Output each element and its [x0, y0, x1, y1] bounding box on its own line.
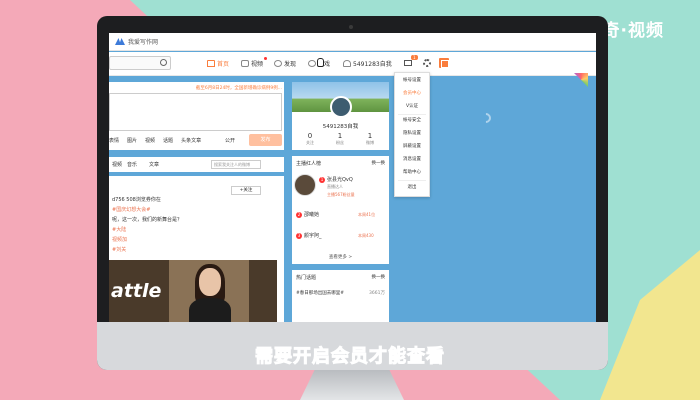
feed-line: d756 508浏览券你在: [112, 197, 161, 203]
tab-article[interactable]: 文章: [149, 161, 159, 168]
hot-person-1[interactable]: 1 张县光QvQ: [319, 176, 353, 183]
nav-home[interactable]: 首页: [207, 59, 229, 68]
feed-topic-link[interactable]: #大陆: [112, 226, 126, 233]
hot-topic-count: 3661万: [369, 291, 385, 296]
menu-divider: [398, 114, 426, 115]
menu-item-logout[interactable]: 退出: [395, 184, 429, 190]
feed-video-link[interactable]: 视频加: [112, 236, 127, 243]
user-icon: [343, 60, 351, 67]
signal-decoration-icon: [478, 110, 494, 126]
hot-people-card: 主播红人榜 换一换 1 张县光QvQ 直播达人 主播567粉丝量 2 邵曦她 本周4…: [292, 156, 389, 264]
menu-item-privacy[interactable]: 隐私设置: [395, 130, 429, 136]
menu-item-message-settings[interactable]: 消息设置: [395, 156, 429, 162]
stat-posts[interactable]: 1 微博: [354, 132, 386, 146]
screen: 我爱写作网 首页 视频 发现 游戏 5491283自我 1 截至6月8日24时，…: [109, 33, 596, 322]
video-person-face: [199, 268, 221, 296]
tool-image[interactable]: 图片: [127, 137, 137, 144]
compass-icon: [274, 60, 282, 67]
nav-video[interactable]: 视频: [241, 59, 263, 68]
home-icon: [207, 60, 215, 67]
menu-item-account-settings[interactable]: 帐号设置: [395, 77, 429, 83]
stat-following[interactable]: 0 关注: [294, 132, 326, 146]
menu-item-verification[interactable]: V认证: [395, 103, 429, 109]
video-overlay-text: attle: [111, 280, 162, 302]
search-icon[interactable]: [160, 59, 167, 66]
visibility-select[interactable]: 公开: [225, 137, 235, 144]
feed-line: 呢，这一次，我们的新舞台是？: [112, 217, 183, 223]
post-button[interactable]: 发布: [249, 134, 282, 146]
settings-dropdown: 帐号设置 会员中心 V认证 帐号安全 隐私设置 屏蔽设置 消息设置 帮助中心 退…: [394, 72, 430, 197]
top-nav: 首页 视频 发现 游戏 5491283自我 1: [109, 52, 596, 76]
monitor-stand: [300, 370, 404, 400]
group-search-input[interactable]: 搜索我关注人的微博: [211, 160, 261, 169]
hot-person-1-tag: 主播567粉丝量: [327, 192, 355, 197]
avatar[interactable]: [294, 174, 316, 196]
compose-icon[interactable]: [439, 58, 449, 68]
hot-topics-title: 热门话题: [296, 275, 317, 281]
mail-icon[interactable]: [404, 60, 412, 66]
video-player[interactable]: attle: [109, 260, 277, 322]
hot-people-title: 主播红人榜: [296, 161, 322, 167]
post-composer: 截至6月8日24时，全国新增确诊病例9例... 表情 图片 视频 话题 头条文章…: [109, 82, 284, 150]
video-person-body: [189, 298, 231, 322]
game-icon: [308, 60, 316, 67]
tool-article[interactable]: 头条文章: [181, 137, 201, 144]
menu-item-account-security[interactable]: 帐号安全: [395, 117, 429, 123]
hot-person-1-desc: 直播达人: [327, 184, 343, 189]
stat-followers[interactable]: 1 粉丝: [324, 132, 356, 146]
window-title: 我爱写作网: [128, 39, 159, 46]
caption: 需要开启会员才能查看: [255, 346, 445, 368]
hot-topics-card: 热门话题 换一换 #春日那场出国去哪里# 3661万: [292, 270, 389, 322]
video-icon: [241, 60, 249, 67]
post-textarea[interactable]: [109, 93, 282, 131]
menu-item-help[interactable]: 帮助中心: [395, 169, 429, 175]
feed-topic-link[interactable]: #国庆幻想大会#: [112, 206, 150, 213]
search-input[interactable]: [109, 56, 171, 70]
see-more-link[interactable]: 查看更多 >: [292, 254, 389, 260]
hot-people-refresh[interactable]: 换一换: [372, 160, 386, 166]
tab-music[interactable]: 音乐: [127, 161, 137, 168]
tool-topic[interactable]: 话题: [163, 137, 173, 144]
menu-item-blocking[interactable]: 屏蔽设置: [395, 143, 429, 149]
hand-cursor-icon: [317, 58, 324, 67]
gear-icon[interactable]: [423, 59, 431, 67]
profile-card: 5491283自我 0 关注 1 粉丝 1 微博: [292, 82, 389, 150]
feed-card: +关注 d756 508浏览券你在 #国庆幻想大会# 呢，这一次，我们的新舞台是…: [109, 176, 284, 322]
message-badge: 1: [411, 55, 418, 60]
composer-tools: 表情 图片 视频 话题 头条文章: [109, 137, 201, 144]
tab-video[interactable]: 视频: [112, 161, 122, 168]
avatar[interactable]: [330, 96, 352, 118]
hot-person-3-tag: 本周430: [358, 233, 374, 238]
tool-video[interactable]: 视频: [145, 137, 155, 144]
feed-topic-link[interactable]: #刘关: [112, 246, 126, 253]
hot-person-2-tag: 本周41位: [358, 212, 376, 217]
follow-button[interactable]: +关注: [231, 186, 261, 195]
menu-item-member-center[interactable]: 会员中心: [395, 90, 429, 96]
profile-username[interactable]: 5491283自我: [292, 122, 389, 130]
tool-emoji[interactable]: 表情: [109, 137, 119, 144]
camera-icon: [349, 25, 353, 29]
composer-notice[interactable]: 截至6月8日24时，全国新增确诊病例9例...: [196, 85, 282, 91]
hot-topics-refresh[interactable]: 换一换: [372, 274, 386, 280]
nav-discover[interactable]: 发现: [274, 59, 296, 68]
feed-tabs: 视频 音乐 文章 搜索我关注人的微博: [109, 157, 284, 172]
video-notification-dot: [264, 57, 267, 60]
site-logo-icon: [115, 38, 125, 45]
hot-person-2[interactable]: 2 邵曦她: [296, 211, 319, 218]
hot-topic-link[interactable]: #春日那场出国去哪里#: [296, 290, 344, 296]
title-bar: 我爱写作网: [109, 33, 596, 51]
nav-user[interactable]: 5491283自我: [343, 59, 392, 68]
menu-divider: [398, 180, 426, 181]
hot-person-3[interactable]: 3 颜宇阿_: [296, 232, 322, 239]
